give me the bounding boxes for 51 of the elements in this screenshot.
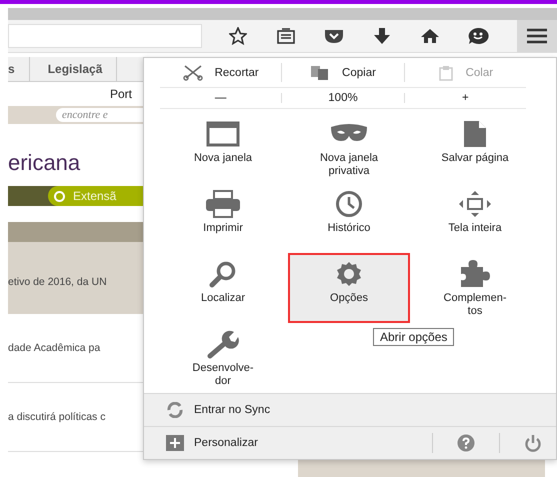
- news-text: dade Acadêmica pa: [8, 342, 100, 354]
- tooltip: Abrir opções: [373, 328, 454, 346]
- scissors-icon: [182, 64, 203, 81]
- site-tab[interactable]: s: [8, 57, 30, 81]
- edit-button[interactable]: Recortar: [160, 58, 282, 88]
- copy-icon: [310, 64, 330, 81]
- menu-item[interactable]: Complemen- tos: [414, 253, 536, 323]
- download-icon[interactable]: [373, 27, 391, 45]
- puzzle-icon: [459, 259, 491, 289]
- menu-icon[interactable]: [526, 28, 548, 44]
- news-text: a discutirá políticas c: [8, 411, 106, 423]
- home-icon[interactable]: [420, 28, 440, 44]
- smiley-icon[interactable]: [467, 27, 489, 45]
- sync-icon: [166, 402, 184, 418]
- page-heading: ericana: [8, 150, 82, 176]
- window-icon: [206, 121, 240, 147]
- fullscreen-icon: [458, 190, 492, 218]
- gear-icon: [335, 260, 363, 288]
- wrench-icon: [207, 329, 239, 359]
- menu-item[interactable]: Desenvolve- dor: [162, 323, 284, 393]
- menu-button[interactable]: [517, 20, 557, 52]
- clipboard-icon: [438, 64, 454, 81]
- sync-button[interactable]: Entrar no Sync: [166, 394, 270, 426]
- clock-icon: [335, 190, 363, 218]
- printer-icon: [205, 190, 241, 218]
- page-icon: [462, 119, 488, 149]
- menu-item[interactable]: Tela inteira: [414, 183, 536, 253]
- address-field[interactable]: [8, 24, 202, 48]
- news-text: etivo de 2016, da UN: [8, 276, 107, 288]
- help-icon[interactable]: [457, 434, 475, 452]
- menu-item[interactable]: Localizar: [162, 253, 284, 323]
- zoom-out-button[interactable]: —: [160, 88, 282, 108]
- customize-button[interactable]: Personalizar: [166, 427, 258, 459]
- site-search-field[interactable]: encontre e: [56, 108, 146, 122]
- menu-item[interactable]: Nova janela: [162, 113, 284, 183]
- site-link[interactable]: Port: [110, 87, 143, 101]
- star-icon[interactable]: [229, 27, 247, 45]
- power-icon[interactable]: [524, 434, 542, 452]
- site-tab[interactable]: Legislaçã: [30, 57, 118, 81]
- plus-icon: [166, 435, 184, 451]
- menu-item[interactable]: Salvar página: [414, 113, 536, 183]
- menu-item[interactable]: Imprimir: [162, 183, 284, 253]
- pocket-icon[interactable]: [324, 28, 344, 44]
- zoom-in-button[interactable]: +: [404, 88, 526, 108]
- zoom-reset-button[interactable]: 100%: [282, 88, 404, 108]
- menu-item[interactable]: Nova janela privativa: [288, 113, 410, 183]
- reading-list-icon[interactable]: [277, 28, 295, 44]
- menu-item[interactable]: Histórico: [288, 183, 410, 253]
- menu-item[interactable]: Opções: [288, 253, 410, 323]
- search-icon: [209, 260, 237, 288]
- edit-button[interactable]: Copiar: [282, 58, 404, 88]
